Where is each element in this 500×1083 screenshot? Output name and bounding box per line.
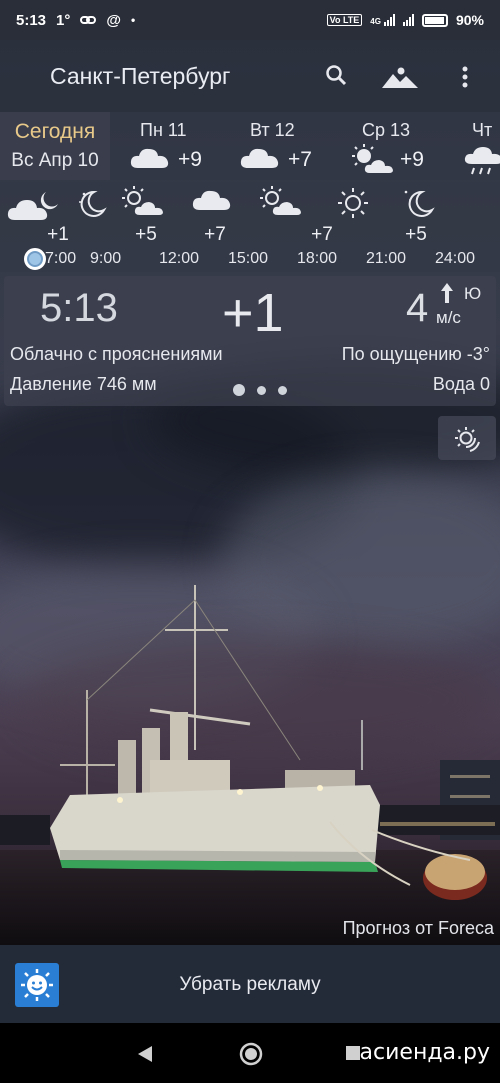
pressure: Давление 746 мм	[10, 374, 157, 394]
day-item[interactable]: Вт 12 +7	[240, 112, 340, 180]
battery-percent: 90%	[455, 12, 484, 28]
hour-time: 15:00	[228, 250, 269, 267]
day-label: Вт 12	[250, 120, 295, 140]
remove-ads-bar[interactable]: Убрать рекламу	[0, 945, 500, 1023]
cloud-icon	[240, 148, 279, 168]
cloud-night-icon	[7, 192, 58, 220]
day-date: Вс Апр 10	[11, 150, 99, 171]
hour-temp: +5	[135, 224, 157, 245]
rain-icon	[464, 147, 500, 175]
day-label: Сегодня	[14, 120, 96, 143]
hour-time: 24:00	[435, 250, 476, 267]
day-item[interactable]: Пн 11 +9	[130, 112, 230, 180]
weather-description: Облачно с прояснениями	[10, 344, 223, 364]
wind-direction: Ю	[464, 284, 482, 303]
current-time: 5:13	[40, 286, 118, 330]
partly-sunny-icon	[122, 186, 163, 215]
signal-icon: 4G	[370, 14, 395, 26]
day-item[interactable]: Чт	[464, 112, 500, 180]
day-label: Пн 11	[140, 120, 187, 140]
current-conditions-card[interactable]: 5:13 +1 4 Ю м/с Облачно с прояснениями П…	[4, 276, 496, 406]
hour-temp: +7	[204, 224, 226, 245]
cloud-icon	[130, 148, 169, 168]
link-icon	[80, 12, 97, 29]
wind-speed: 4	[406, 286, 429, 330]
day-temp: +9	[178, 148, 202, 171]
day-temp: +9	[400, 148, 424, 171]
wind-direction-icon	[441, 283, 453, 303]
water-temp: Вода 0	[432, 374, 490, 394]
status-time: 5:13	[16, 11, 47, 29]
forecast-credit[interactable]: Прогноз от Foreca	[343, 918, 494, 939]
more-vert-icon[interactable]	[462, 66, 468, 93]
hour-temp: +7	[311, 224, 333, 245]
partly-sunny-icon	[260, 186, 301, 215]
day-label: Ср 13	[362, 120, 411, 140]
cloud-icon	[192, 190, 231, 210]
day-label: Чт	[472, 120, 493, 140]
moon-icon	[404, 190, 435, 217]
hour-time: 9:00	[90, 250, 122, 267]
landscape-icon[interactable]	[382, 66, 418, 93]
net-type: 4G	[370, 17, 381, 26]
cruiser-scene	[0, 585, 500, 900]
photo-settings-button[interactable]	[438, 416, 496, 460]
feels-like: По ощущению -3°	[341, 344, 490, 364]
hour-time: 21:00	[366, 250, 407, 267]
app-bar: Санкт-Петербург	[0, 40, 500, 112]
hour-time: 12:00	[159, 250, 200, 267]
signal-icon-2	[402, 14, 414, 26]
remove-ads-label: Убрать рекламу	[179, 974, 321, 995]
day-today[interactable]: Сегодня Вс Апр 10	[0, 112, 110, 180]
partly-sunny-icon	[352, 144, 393, 173]
current-temp: +1	[222, 283, 284, 343]
watermark: асиенда.ру	[359, 1040, 490, 1065]
day-temp: +7	[288, 148, 312, 171]
hour-time: 18:00	[297, 250, 338, 267]
status-bar: 5:13 1° @ • Vo LTE 4G 90%	[0, 0, 500, 40]
sun-settings-icon	[455, 427, 480, 452]
sun-icon	[338, 188, 368, 218]
daily-forecast-strip: Сегодня Вс Апр 10 Пн 11 +9 Вт 12 +7 Ср 1…	[0, 112, 500, 180]
battery-icon	[421, 13, 448, 27]
page-indicator	[233, 384, 287, 396]
home-icon[interactable]	[239, 1042, 263, 1066]
recents-icon[interactable]	[346, 1046, 360, 1060]
wind-unit: м/с	[436, 308, 461, 327]
current-time-marker	[24, 248, 46, 270]
dot-icon: •	[131, 13, 136, 27]
search-icon[interactable]	[325, 64, 347, 91]
moon-icon	[79, 190, 107, 217]
city-title[interactable]: Санкт-Петербург	[50, 63, 230, 90]
back-icon[interactable]	[137, 1045, 153, 1063]
volte-badge: Vo LTE	[326, 14, 363, 26]
hour-temp: +5	[405, 224, 427, 245]
status-temp-badge: 1°	[56, 11, 71, 29]
day-item[interactable]: Ср 13 +9	[350, 112, 450, 180]
hourly-forecast-strip[interactable]: +1 +5 +7 +7 +5 7:00 9:00 12:00 15:00 18:…	[0, 182, 500, 272]
hour-temp: +1	[47, 224, 69, 245]
at-icon: @	[106, 11, 122, 29]
